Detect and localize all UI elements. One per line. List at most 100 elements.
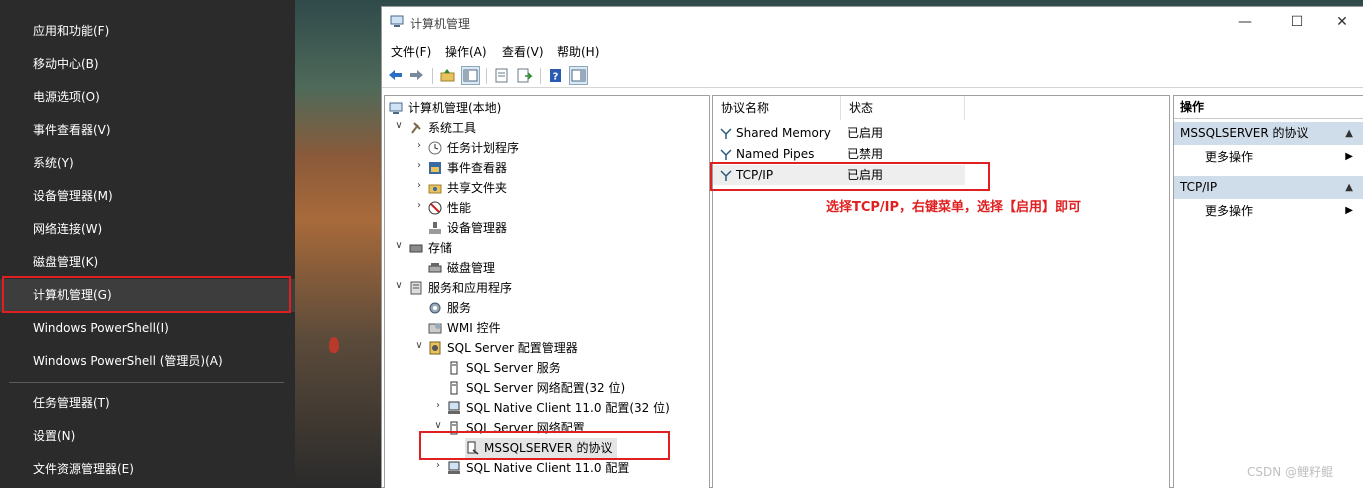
export-list-icon[interactable] (515, 66, 534, 85)
highlight-box-mssql-protocols (419, 431, 670, 460)
expand-icon[interactable]: › (413, 180, 425, 191)
show-hide-action-pane-icon[interactable] (569, 66, 588, 85)
annotation-text: 选择TCP/IP，右键菜单，选择【启用】即可 (826, 200, 1082, 215)
column-header-status[interactable]: 状态 (841, 96, 965, 120)
menu-apps-features[interactable]: 应用和功能(F) (0, 15, 295, 48)
menu-power-options[interactable]: 电源选项(O) (0, 81, 295, 114)
clock-icon (428, 141, 442, 155)
tree-node-device-manager[interactable]: 设备管理器 (428, 218, 507, 238)
menu-powershell-admin[interactable]: Windows PowerShell (管理员)(A) (0, 345, 295, 378)
wmi-icon (428, 321, 442, 335)
tree-node-wmi[interactable]: WMI 控件 (428, 318, 501, 338)
menu-settings[interactable]: 设置(N) (0, 420, 295, 453)
tree-label: 设备管理器 (447, 221, 508, 235)
menu-view[interactable]: 查看(V) (502, 43, 544, 60)
title-bar[interactable]: 计算机管理 — ☐ ✕ (382, 7, 1363, 38)
actions-header: 操作 (1174, 96, 1363, 119)
tree-label: 磁盘管理 (447, 261, 496, 275)
tree-node-native-client-32[interactable]: SQL Native Client 11.0 配置(32 位) (447, 398, 670, 418)
tree-node-performance[interactable]: 性能 (428, 198, 471, 218)
tree-node-root[interactable]: 计算机管理(本地) (389, 98, 501, 118)
menu-disk-management[interactable]: 磁盘管理(K) (0, 246, 295, 279)
tree-label: SQL Server 服务 (466, 361, 561, 375)
menu-system[interactable]: 系统(Y) (0, 147, 295, 180)
network-computer-icon (447, 401, 461, 415)
tree-label: 服务 (447, 301, 472, 315)
collapse-icon[interactable]: ∨ (393, 240, 405, 251)
help-icon[interactable]: ? (546, 66, 565, 85)
collapse-icon[interactable]: ∨ (393, 120, 405, 131)
action-more-actions[interactable]: 更多操作 ▶ (1205, 201, 1363, 221)
svg-text:?: ? (553, 72, 559, 83)
toolbar-separator (486, 68, 487, 84)
tree-node-native-client[interactable]: SQL Native Client 11.0 配置 (447, 458, 629, 478)
event-viewer-icon (428, 161, 442, 175)
table-row[interactable]: Shared Memory 已启用 (713, 123, 965, 143)
collapse-up-icon[interactable]: ▲ (1345, 176, 1353, 199)
menu-event-viewer[interactable]: 事件查看器(V) (0, 114, 295, 147)
tree-label: SQL Server 配置管理器 (447, 341, 578, 355)
menu-task-manager[interactable]: 任务管理器(T) (0, 387, 295, 420)
submenu-arrow-icon: ▶ (1345, 205, 1353, 216)
back-arrow-icon[interactable] (386, 66, 405, 85)
tree-node-sql-config-manager[interactable]: SQL Server 配置管理器 (428, 338, 578, 358)
collapse-icon[interactable]: ∨ (432, 420, 444, 431)
menu-powershell[interactable]: Windows PowerShell(I) (0, 312, 295, 345)
network-computer-icon (447, 461, 461, 475)
power-user-menu: 应用和功能(F) 移动中心(B) 电源选项(O) 事件查看器(V) 系统(Y) … (0, 0, 295, 488)
collapse-up-icon[interactable]: ▲ (1345, 122, 1353, 145)
forward-arrow-icon[interactable] (407, 66, 426, 85)
menu-file-explorer[interactable]: 文件资源管理器(E) (0, 453, 295, 486)
tree-node-disk-management[interactable]: 磁盘管理 (428, 258, 495, 278)
menu-action[interactable]: 操作(A) (445, 43, 487, 60)
tree-node-storage[interactable]: 存储 (409, 238, 452, 258)
tree-node-sql-services[interactable]: SQL Server 服务 (447, 358, 561, 378)
expand-icon[interactable]: › (432, 460, 444, 471)
tree-node-event-viewer[interactable]: 事件查看器 (428, 158, 507, 178)
minimize-button[interactable]: — (1230, 12, 1260, 32)
menu-bar: 文件(F) 操作(A) 查看(V) 帮助(H) (382, 41, 1363, 61)
tree-node-services-apps[interactable]: 服务和应用程序 (409, 278, 512, 298)
action-more-actions[interactable]: 更多操作 ▶ (1205, 147, 1363, 167)
menu-help[interactable]: 帮助(H) (557, 43, 599, 60)
tree-label: 存储 (428, 241, 453, 255)
tree-label: 服务和应用程序 (428, 281, 513, 295)
menu-network-connections[interactable]: 网络连接(W) (0, 213, 295, 246)
menu-device-manager[interactable]: 设备管理器(M) (0, 180, 295, 213)
protocol-name: Named Pipes (736, 147, 815, 161)
maximize-button[interactable]: ☐ (1282, 12, 1312, 32)
tree-node-system-tools[interactable]: 系统工具 (409, 118, 476, 138)
collapse-icon[interactable]: ∨ (393, 280, 405, 291)
tree-label: SQL Native Client 11.0 配置(32 位) (466, 401, 670, 415)
tree-label: 计算机管理(本地) (408, 101, 502, 115)
tree-node-task-scheduler[interactable]: 任务计划程序 (428, 138, 519, 158)
expand-icon[interactable]: › (413, 140, 425, 151)
expand-icon[interactable]: › (413, 200, 425, 211)
expand-icon[interactable]: › (432, 400, 444, 411)
action-section-tcpip[interactable]: TCP/IP ▲ (1174, 176, 1363, 199)
tree-node-services[interactable]: 服务 (428, 298, 471, 318)
highlight-box-computer-management (2, 276, 291, 313)
action-label: 更多操作 (1205, 150, 1254, 164)
tree-label: 性能 (447, 201, 472, 215)
menu-file[interactable]: 文件(F) (391, 43, 431, 60)
menu-mobility-center[interactable]: 移动中心(B) (0, 48, 295, 81)
properties-icon[interactable] (492, 66, 511, 85)
close-button[interactable]: ✕ (1327, 12, 1357, 32)
collapse-icon[interactable]: ∨ (413, 340, 425, 351)
services-apps-icon (409, 281, 423, 295)
expand-icon[interactable]: › (413, 160, 425, 171)
up-folder-icon[interactable] (438, 66, 457, 85)
tools-icon (409, 121, 423, 135)
storage-icon (409, 241, 423, 255)
tree-label: WMI 控件 (447, 321, 501, 335)
column-header-protocol[interactable]: 协议名称 (713, 96, 841, 120)
action-section-protocols[interactable]: MSSQLSERVER 的协议 ▲ (1174, 122, 1363, 145)
wallpaper-balloon (329, 337, 339, 353)
tree-node-shared-folders[interactable]: 共享文件夹 (428, 178, 507, 198)
actions-pane: 操作 MSSQLSERVER 的协议 ▲ 更多操作 ▶ TCP/IP ▲ 更多操… (1173, 95, 1363, 488)
table-row[interactable]: Named Pipes 已禁用 (713, 144, 965, 164)
tree-label: SQL Server 网络配置(32 位) (466, 381, 626, 395)
tree-node-sql-network-32[interactable]: SQL Server 网络配置(32 位) (447, 378, 625, 398)
show-hide-tree-icon[interactable] (461, 66, 480, 85)
